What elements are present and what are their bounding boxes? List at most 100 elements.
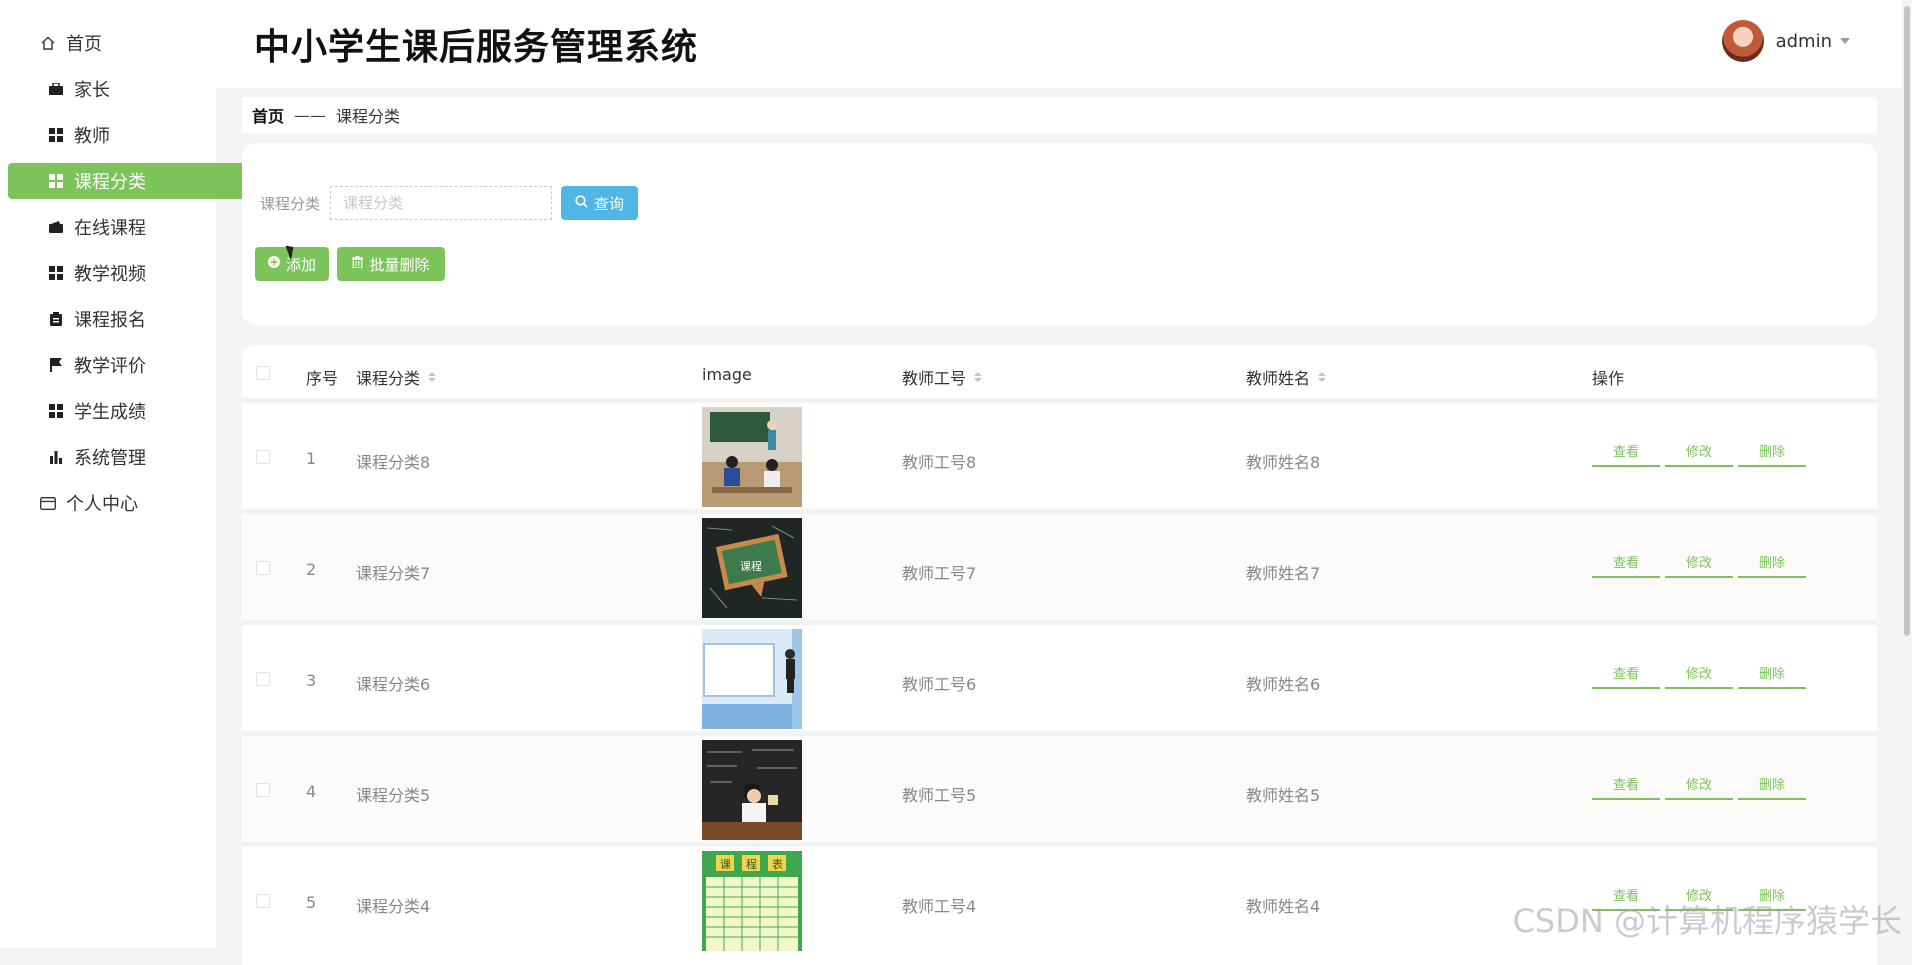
column-header-image: image (702, 365, 752, 384)
delete-button[interactable]: 删除 (1738, 552, 1806, 578)
row-teacher-name: 教师姓名8 (1246, 453, 1321, 472)
row-actions: 查看 修改 删除 (1592, 552, 1811, 578)
edit-button[interactable]: 修改 (1665, 663, 1733, 689)
bar-chart-icon (48, 449, 64, 465)
row-index: 3 (306, 671, 317, 690)
row-index: 1 (306, 449, 317, 468)
search-icon (575, 194, 588, 212)
delete-button[interactable]: 删除 (1738, 774, 1806, 800)
edit-button[interactable]: 修改 (1665, 552, 1733, 578)
grid-icon (48, 127, 64, 143)
column-header-actions: 操作 (1592, 369, 1625, 388)
grid-icon (48, 265, 64, 281)
row-category: 课程分类8 (356, 453, 431, 472)
sidebar-item-personal-center[interactable]: 个人中心 (8, 485, 240, 521)
sidebar-item-teachers[interactable]: 教师 (8, 117, 248, 153)
breadcrumb-current: 课程分类 (336, 107, 401, 126)
delete-button[interactable]: 删除 (1738, 663, 1806, 689)
batch-delete-button[interactable]: 批量删除 (337, 247, 445, 281)
row-teacher-name: 教师姓名7 (1246, 564, 1321, 583)
sidebar-item-student-grades[interactable]: 学生成绩 (8, 393, 248, 429)
row-actions: 查看 修改 删除 (1592, 663, 1811, 689)
sidebar-item-label: 家长 (74, 80, 110, 101)
svg-text:程: 程 (746, 858, 757, 871)
row-checkbox[interactable] (256, 894, 270, 908)
row-teacher-id: 教师工号4 (902, 897, 977, 916)
row-checkbox[interactable] (256, 783, 270, 797)
plus-circle-icon (267, 256, 280, 272)
row-category: 课程分类6 (356, 675, 431, 694)
column-header-index: 序号 (306, 369, 339, 388)
sidebar-item-parents[interactable]: 家长 (8, 71, 248, 107)
query-button-label: 查询 (593, 194, 624, 213)
select-all-checkbox[interactable] (256, 366, 270, 380)
row-checkbox[interactable] (256, 672, 270, 686)
sidebar-item-home[interactable]: 首页 (8, 25, 240, 61)
sidebar-item-teaching-evaluation[interactable]: 教学评价 (8, 347, 248, 383)
clipboard-icon (48, 311, 64, 327)
avatar[interactable] (1721, 20, 1764, 62)
view-button[interactable]: 查看 (1592, 663, 1660, 689)
edit-button[interactable]: 修改 (1665, 441, 1733, 467)
row-index: 5 (306, 893, 317, 912)
breadcrumb-home[interactable]: 首页 (252, 103, 284, 127)
page-title: 中小学生课后服务管理系统 (254, 27, 699, 68)
username[interactable]: admin (1776, 31, 1832, 52)
table-row: 1 课程分类8 教师工号8 教师姓名8 查看 修改 删除 (242, 398, 1877, 509)
row-category: 课程分类5 (356, 786, 431, 805)
scrollbar-thumb[interactable] (1904, 6, 1910, 636)
user-menu[interactable]: admin (1721, 20, 1850, 62)
search-input[interactable] (330, 186, 552, 220)
course-image: 课程 (702, 518, 802, 618)
trash-icon (352, 256, 364, 272)
view-button[interactable]: 查看 (1592, 774, 1660, 800)
query-button[interactable]: 查询 (561, 186, 638, 220)
course-image: 课程表 (702, 851, 802, 951)
chevron-down-icon[interactable] (1840, 38, 1850, 44)
row-teacher-id: 教师工号6 (902, 675, 977, 694)
table-row: 2 课程分类7 课程 教师工号7 教师姓名7 查看 修改 删除 (242, 509, 1877, 620)
row-teacher-name: 教师姓名6 (1246, 675, 1321, 694)
row-index: 4 (306, 782, 317, 801)
row-teacher-name: 教师姓名5 (1246, 786, 1321, 805)
sidebar-item-teaching-videos[interactable]: 教学视频 (8, 255, 248, 291)
delete-button[interactable]: 删除 (1738, 441, 1806, 467)
row-checkbox[interactable] (256, 450, 270, 464)
card-icon (40, 495, 56, 511)
sidebar-item-label: 系统管理 (74, 448, 146, 469)
search-label: 课程分类 (260, 195, 321, 213)
breadcrumb: 首页 —— 课程分类 (242, 97, 1877, 133)
table-row: 3 课程分类6 教师工号6 教师姓名6 查看 修改 删除 (242, 620, 1877, 731)
column-header-teacher-name[interactable]: 教师姓名 (1246, 365, 1327, 389)
sidebar-item-course-enrollment[interactable]: 课程报名 (8, 301, 248, 337)
breadcrumb-separator: —— (294, 105, 327, 125)
page-scrollbar[interactable] (1902, 0, 1912, 948)
view-button[interactable]: 查看 (1592, 441, 1660, 467)
flag-icon (48, 357, 64, 373)
watermark: CSDN @计算机程序猿学长 (1512, 902, 1902, 940)
svg-text:课程: 课程 (740, 560, 762, 573)
sidebar: 首页 家长 教师 课程分类 在线课程 教学视频 课程报名 教学评价 学生成绩 系… (0, 0, 248, 948)
course-image (702, 629, 802, 729)
svg-text:表: 表 (772, 857, 783, 871)
row-actions: 查看 修改 删除 (1592, 441, 1811, 467)
sidebar-item-label: 在线课程 (74, 218, 146, 239)
sidebar-item-label: 个人中心 (66, 494, 138, 515)
view-button[interactable]: 查看 (1592, 552, 1660, 578)
svg-text:课: 课 (720, 858, 731, 871)
row-checkbox[interactable] (256, 561, 270, 575)
grid-icon (48, 173, 64, 189)
row-teacher-id: 教师工号8 (902, 453, 977, 472)
column-header-category[interactable]: 课程分类 (356, 365, 437, 389)
briefcase-icon (48, 81, 64, 97)
sidebar-item-label: 教学评价 (74, 356, 146, 377)
edit-button[interactable]: 修改 (1665, 774, 1733, 800)
sidebar-item-course-category[interactable]: 课程分类 (8, 163, 248, 199)
sidebar-item-label: 首页 (66, 34, 102, 55)
sidebar-item-system-management[interactable]: 系统管理 (8, 439, 248, 475)
batch-delete-label: 批量删除 (369, 255, 430, 274)
course-image (702, 740, 802, 840)
sidebar-item-online-courses[interactable]: 在线课程 (8, 209, 248, 245)
sidebar-item-label: 教学视频 (74, 264, 146, 285)
column-header-teacher-id[interactable]: 教师工号 (902, 365, 983, 389)
